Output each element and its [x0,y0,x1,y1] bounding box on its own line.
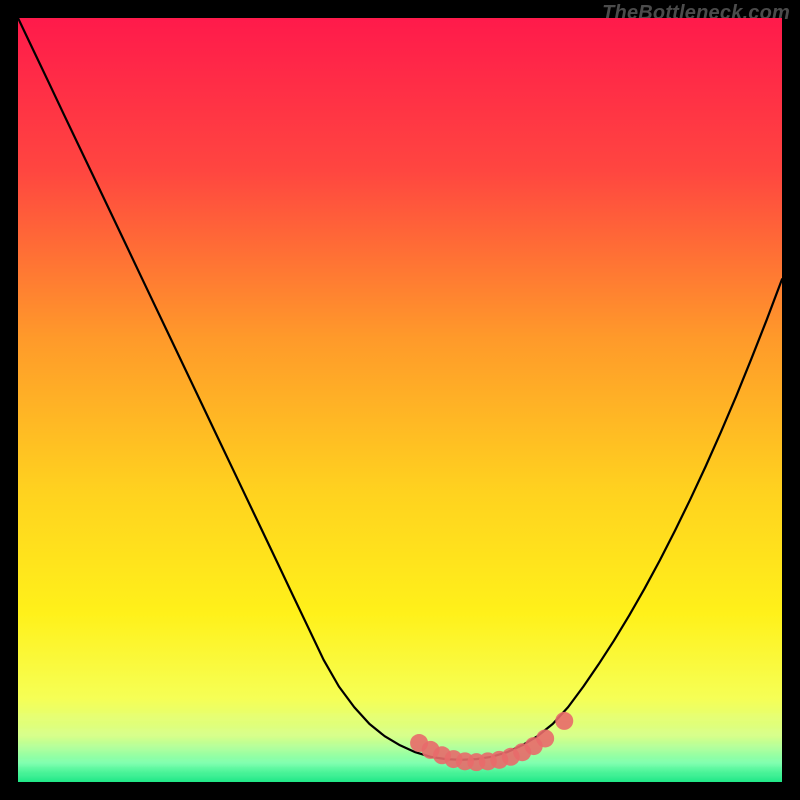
gradient-background [18,18,782,782]
plot-area [18,18,782,782]
chart-frame: TheBottleneck.com [0,0,800,800]
chart-svg [18,18,782,782]
